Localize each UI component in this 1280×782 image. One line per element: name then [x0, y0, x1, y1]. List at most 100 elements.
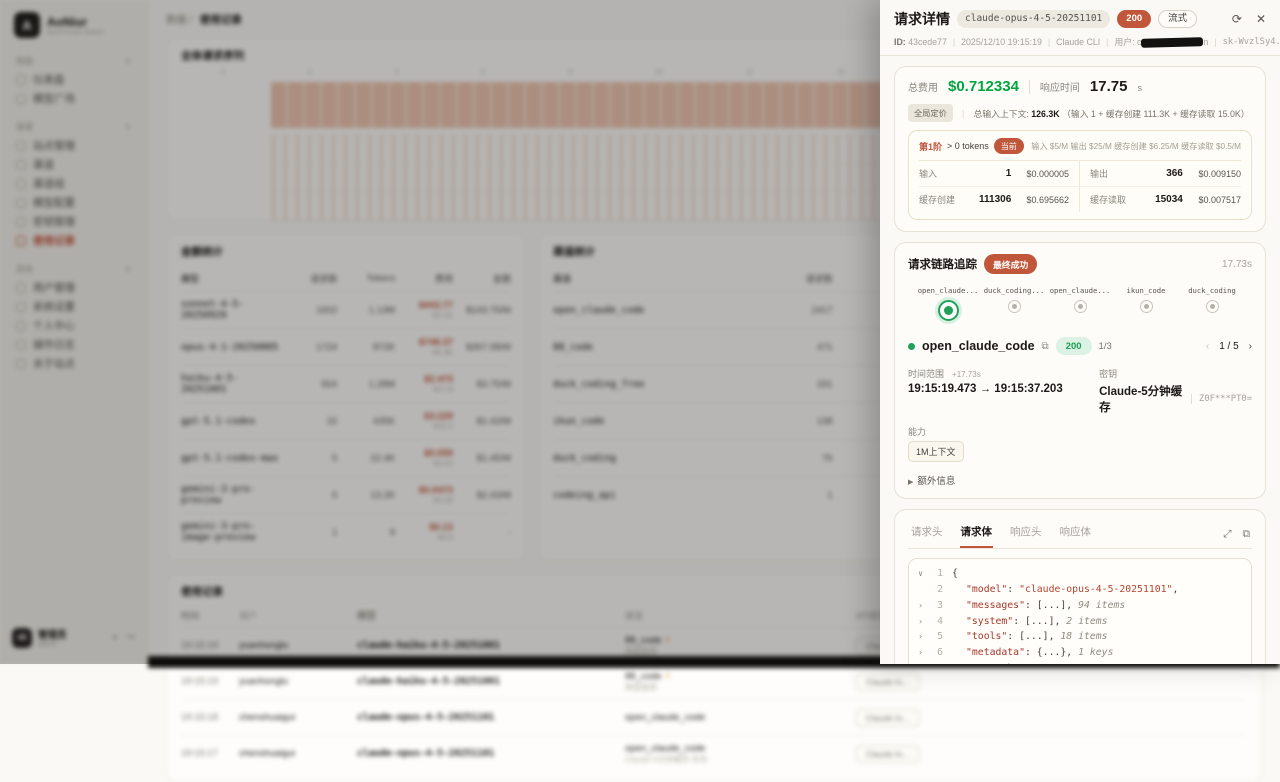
id-label: ID:: [894, 37, 906, 47]
time-range-value: 19:15:19.473 → 19:15:37.203: [908, 383, 1099, 395]
page-indicator: 1 / 5: [1219, 341, 1238, 352]
code-token: "claude-opus-4-5-20251101": [1019, 584, 1172, 595]
usage-cell-cache-read: 缓存读取 15034 $0.007517: [1080, 187, 1241, 212]
line-number: 5: [926, 629, 943, 645]
action-cell: Claude In...: [855, 673, 1247, 691]
code-content: {: [952, 566, 958, 582]
trace-result-badge: 最终成功: [984, 254, 1037, 274]
expand-icon[interactable]: ⤢: [1223, 528, 1231, 541]
extra-info-toggle[interactable]: ▶额外信息: [908, 473, 1252, 487]
external-link-icon[interactable]: ⧉: [1042, 341, 1049, 352]
api-key-button[interactable]: Claude In...: [855, 709, 920, 727]
tier-range: > 0 tokens: [947, 141, 989, 151]
channel-subtext: 降级使用: [625, 682, 855, 693]
user-cell: chenshuaigui: [239, 748, 357, 759]
key-hash: Z0F***PT0=: [1191, 394, 1252, 404]
trace-node-dot: [938, 300, 959, 321]
prev-page-icon[interactable]: ‹: [1206, 341, 1209, 352]
tab-request-headers[interactable]: 请求头: [910, 521, 944, 548]
time-cell: 19:15:18: [181, 712, 239, 723]
trace-node[interactable]: duck_coding: [1186, 286, 1238, 321]
code-line: ›6"metadata": {...}, 1 keys: [915, 645, 1245, 661]
fold-chevron-icon[interactable]: ›: [915, 647, 926, 660]
fold-chevron-icon[interactable]: ›: [915, 631, 926, 644]
line-number: 4: [926, 614, 943, 630]
cost-value: $0.712334: [948, 78, 1019, 95]
tab-request-body[interactable]: 请求体: [960, 521, 994, 548]
code-content: "messages": [...], 94 items: [952, 598, 1125, 614]
usage-cell-output: 输出 366 $0.009150: [1080, 161, 1241, 187]
code-token: 2 items: [1066, 616, 1107, 627]
tier-rates: 输入 $5/M 输出 $25/M 缓存创建 $6.25/M 缓存读取 $0.5/…: [1031, 140, 1241, 152]
trace-node[interactable]: open_claude...: [922, 286, 974, 321]
channel-name: open_claude_code: [625, 743, 705, 754]
code-content: "tools": [...], 18 items: [952, 629, 1108, 645]
trace-node[interactable]: duck_coding...: [988, 286, 1040, 321]
action-cell: Claude In...: [855, 745, 1247, 763]
request-id: 43cede77: [908, 37, 947, 47]
panel-title: 请求详情: [894, 9, 950, 29]
code-token: "metadata": [966, 647, 1025, 658]
code-line: ›5 "tools": [...], 18 items: [915, 629, 1245, 645]
trace-node-dot: [1008, 300, 1021, 313]
copy-icon[interactable]: ⧉: [1243, 528, 1251, 541]
model-badge: claude-opus-4-5-20251101: [957, 10, 1110, 28]
code-line: ›4 "system": [...], 2 items: [915, 614, 1245, 630]
trace-card: 请求链路追踪 最终成功 17.73s open_claude... duck_c…: [894, 242, 1266, 499]
usage-row: 19:15:18chenshuaiguiclaude-opus-4-5-2025…: [181, 699, 1247, 735]
trace-duration: 17.73s: [1222, 259, 1252, 270]
user-cell: yuanhonglu: [239, 676, 357, 687]
tab-response-body[interactable]: 响应体: [1059, 521, 1093, 548]
refresh-icon[interactable]: ⟳: [1232, 12, 1242, 26]
code-token: :: [1007, 584, 1019, 595]
api-key-button[interactable]: Claude In...: [855, 745, 920, 763]
line-number: 1: [926, 566, 943, 582]
code-line: ›3"messages": [...], 94 items: [915, 598, 1245, 614]
usage-cell-input: 输入 1 $0.000005: [919, 161, 1080, 187]
code-token: "system": [966, 616, 1013, 627]
api-key-button[interactable]: Claude In...: [855, 673, 920, 691]
pricing-tier-card: 第1阶 > 0 tokens 当前 输入 $5/M 输出 $25/M 缓存创建 …: [908, 130, 1252, 220]
trace-node[interactable]: ikun_code: [1120, 286, 1172, 321]
channel-name: open_claude_code: [922, 339, 1035, 353]
code-line: ∨1 {: [915, 566, 1245, 582]
code-token: 18 items: [1060, 631, 1107, 642]
time-cell: 19:15:17: [181, 748, 239, 759]
trace-node-dot: [1140, 300, 1153, 313]
code-token: "messages": [966, 600, 1025, 611]
code-token: : [...],: [1007, 631, 1060, 642]
channel-name: open_claude_code: [625, 712, 705, 723]
user-field: 用户: cn: [1114, 35, 1208, 48]
redacted-username: [1141, 37, 1203, 48]
fold-chevron-icon[interactable]: ›: [915, 616, 926, 629]
tab-response-headers[interactable]: 响应头: [1009, 521, 1043, 548]
code-token: ,: [1172, 584, 1178, 595]
channel-status-badge: 200: [1056, 337, 1092, 355]
time-range-block: 时间范围 +17.73s 19:15:19.473 → 19:15:37.203: [908, 367, 1099, 415]
trace-node[interactable]: open_claude...: [1054, 286, 1106, 321]
next-page-icon[interactable]: ›: [1249, 341, 1252, 352]
payload-viewer-card: 请求头 请求体 响应头 响应体 ⤢ ⧉ ∨1{2"model": "claude…: [894, 509, 1266, 664]
trace-node-dot: [1206, 300, 1219, 313]
collapse-arrow-icon: ▶: [908, 479, 913, 486]
context-total: 总输入上下文: 126.3K （输入 1 + 缓存创建 111.3K + 缓存读…: [974, 107, 1250, 120]
code-token: : [...],: [1025, 600, 1078, 611]
flame-icon: ⚡: [661, 671, 670, 682]
status-code-badge: 200: [1117, 10, 1151, 28]
request-meta: ID: 43cede77 | 2025/12/10 19:15:19 | Cla…: [894, 35, 1266, 48]
request-detail-panel: 请求详情 claude-opus-4-5-20251101 200 流式 ⟳ ✕…: [880, 0, 1280, 664]
code-token: "tools": [966, 631, 1007, 642]
line-number: 2: [926, 582, 943, 598]
fold-chevron-icon[interactable]: ∨: [915, 568, 926, 581]
panel-header: 请求详情 claude-opus-4-5-20251101 200 流式 ⟳ ✕…: [880, 0, 1280, 56]
current-tier-badge: 当前: [994, 138, 1024, 154]
usage-cell-cache-create: 缓存创建 111306 $0.695662: [919, 187, 1080, 212]
code-token: : {...},: [1025, 647, 1078, 658]
pricing-scope-badge: 全局定价: [908, 104, 953, 122]
fold-chevron-icon[interactable]: ›: [915, 600, 926, 613]
cost-card: 总费用 $0.712334 响应时间 17.75 s 全局定价 丨 总输入上下文…: [894, 66, 1266, 232]
code-content: "system": [...], 2 items: [952, 614, 1108, 630]
close-icon[interactable]: ✕: [1256, 12, 1266, 26]
channel-name: 88_code ⚡: [625, 671, 671, 682]
latency-value: 17.75: [1090, 78, 1128, 95]
